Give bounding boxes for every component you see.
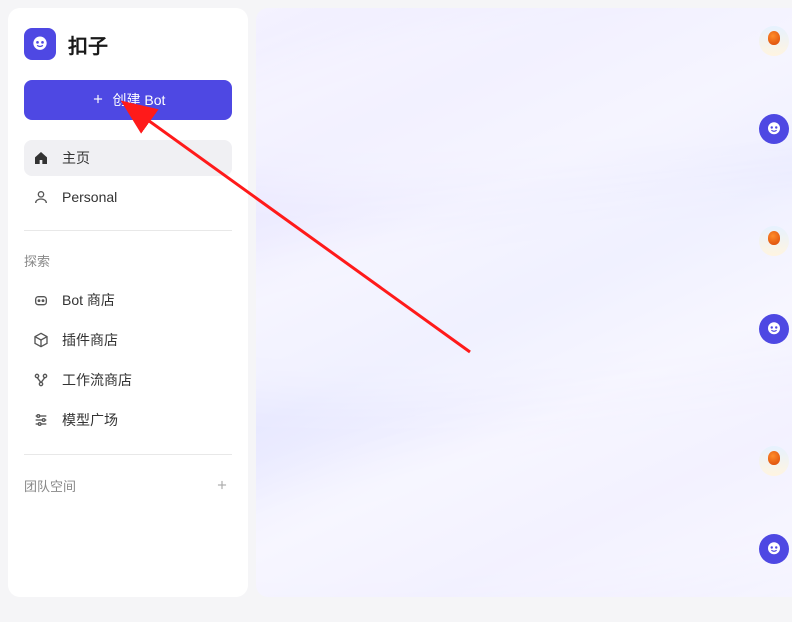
brand-name: 扣子 [68,30,108,59]
brand-logo [24,28,56,60]
bot-face-icon [765,540,783,558]
sliders-icon [32,411,50,429]
nav-model-square-label: 模型广场 [62,410,118,430]
cube-icon [32,331,50,349]
nav-workflow-store-label: 工作流商店 [62,370,132,390]
avatar-item[interactable] [759,114,789,144]
team-space-label: 团队空间 [24,476,76,495]
avatar-strip [756,0,792,622]
sidebar: 扣子 创建 Bot 主页 Persona [8,8,248,597]
person-icon [32,188,50,206]
nav-plugin-store-label: 插件商店 [62,330,118,350]
bot-face-icon [30,34,50,54]
nav-plugin-store[interactable]: 插件商店 [24,322,232,358]
plus-icon [91,92,105,109]
bot-icon [32,291,50,309]
nav-model-square[interactable]: 模型广场 [24,402,232,438]
create-bot-button[interactable]: 创建 Bot [24,80,232,120]
home-icon [32,149,50,167]
nav-bot-store[interactable]: Bot 商店 [24,282,232,318]
create-bot-label: 创建 Bot [113,90,166,110]
avatar-item[interactable] [759,226,789,256]
bot-face-icon [765,320,783,338]
avatar-item[interactable] [759,446,789,476]
nav-bot-store-label: Bot 商店 [62,290,115,310]
nav-home-label: 主页 [62,148,90,168]
plus-icon [215,478,229,492]
team-space-row: 团队空间 [24,471,232,499]
brand: 扣子 [24,24,232,76]
add-team-button[interactable] [212,475,232,495]
nav-personal[interactable]: Personal [24,180,232,214]
workflow-icon [32,371,50,389]
main-content [256,8,792,597]
nav-home[interactable]: 主页 [24,140,232,176]
nav-personal-label: Personal [62,189,117,205]
divider [24,230,232,231]
nav-workflow-store[interactable]: 工作流商店 [24,362,232,398]
avatar-item[interactable] [759,534,789,564]
bot-face-icon [765,120,783,138]
explore-header: 探索 [24,247,232,278]
avatar-item[interactable] [759,26,789,56]
avatar-item[interactable] [759,314,789,344]
divider [24,454,232,455]
